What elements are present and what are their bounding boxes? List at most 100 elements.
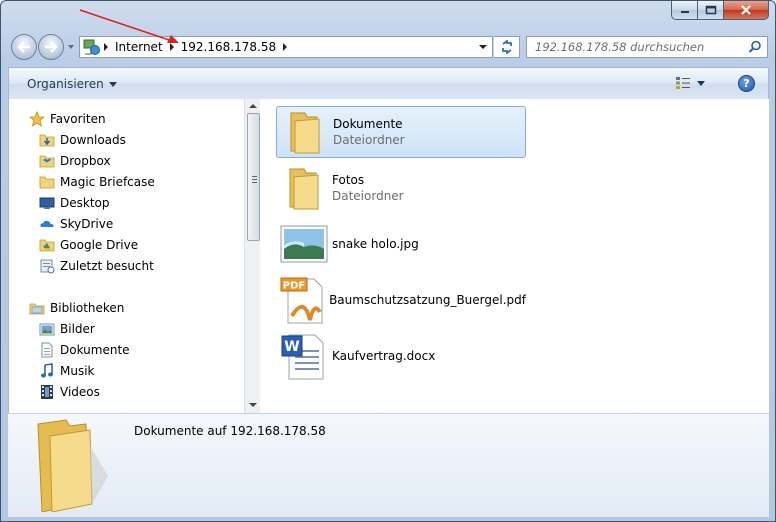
file-name: snake holo.jpg <box>332 237 419 251</box>
pictures-icon <box>39 321 55 337</box>
search-icon[interactable] <box>748 40 762 54</box>
change-view-button[interactable] <box>675 76 705 90</box>
sidebar-item-desktop[interactable]: Desktop <box>39 193 110 213</box>
sidebar-item-music[interactable]: Musik <box>39 361 95 381</box>
file-item-dokumente[interactable]: Dokumente Dateiordner <box>276 106 526 158</box>
scroll-down-icon[interactable] <box>249 401 257 409</box>
sidebar-item-skydrive[interactable]: SkyDrive <box>39 214 113 234</box>
pdf-file-icon: PDF <box>276 276 329 324</box>
sidebar-item-label: Videos <box>60 385 100 399</box>
folder-icon <box>277 108 333 156</box>
details-pane: Dokumente auf 192.168.178.58 <box>8 413 769 517</box>
arrow-right-icon <box>45 41 58 53</box>
folder-icon <box>276 164 332 212</box>
close-icon <box>741 5 751 15</box>
sidebar-item-label: Zuletzt besucht <box>60 259 154 273</box>
close-button[interactable] <box>724 1 769 20</box>
file-name: Dokumente <box>333 117 403 131</box>
refresh-button[interactable] <box>494 36 520 58</box>
sidebar-item-dropbox[interactable]: Dropbox <box>39 151 111 171</box>
sidebar-item-pictures[interactable]: Bilder <box>39 319 95 339</box>
sidebar-item-label: Dokumente <box>60 343 130 357</box>
minimize-button[interactable] <box>671 1 698 20</box>
network-icon <box>83 39 100 55</box>
videos-icon <box>39 384 55 400</box>
libraries-icon <box>29 300 45 316</box>
recent-pages-dropdown-icon[interactable] <box>67 43 75 51</box>
search-input[interactable] <box>527 37 747 57</box>
minimize-icon <box>680 11 689 13</box>
file-type: Dateiordner <box>333 133 405 147</box>
sidebar-item-label: Magic Briefcase <box>60 175 155 189</box>
sidebar-item-documents[interactable]: Dokumente <box>39 340 130 360</box>
sidebar-scrollbar[interactable] <box>244 99 261 413</box>
address-dropdown-button[interactable] <box>476 40 490 54</box>
organize-button[interactable]: Organisieren <box>27 77 117 91</box>
sidebar-item-label: Bilder <box>60 322 95 336</box>
chevron-right-icon[interactable] <box>167 43 177 51</box>
back-button[interactable] <box>11 34 37 60</box>
file-name: Baumschutzsatzung_Buergel.pdf <box>329 293 526 307</box>
google-drive-icon <box>39 237 55 253</box>
file-item-snake-holo[interactable]: snake holo.jpg <box>276 218 526 270</box>
sidebar-item-label: Desktop <box>60 196 110 210</box>
organize-label: Organisieren <box>27 77 104 91</box>
sidebar-item-label: SkyDrive <box>60 217 114 231</box>
file-name: Fotos <box>332 173 365 187</box>
file-item-kaufvertrag[interactable]: W Kaufvertrag.docx <box>276 330 526 382</box>
sidebar-item-libraries[interactable]: Bibliotheken <box>29 298 124 318</box>
file-list: Dokumente Dateiordner Fotos Dateiordner … <box>260 99 769 413</box>
documents-icon <box>39 342 55 358</box>
search-box[interactable] <box>526 36 768 58</box>
desktop-icon <box>39 195 55 211</box>
chevron-right-icon[interactable] <box>280 43 290 51</box>
help-icon[interactable]: ? <box>738 75 755 92</box>
details-title: Dokumente auf 192.168.178.58 <box>134 424 326 438</box>
sidebar-item-label: Downloads <box>60 133 126 147</box>
forward-button[interactable] <box>38 34 64 60</box>
maximize-icon <box>705 5 716 15</box>
scrollbar-thumb[interactable] <box>247 113 260 241</box>
word-file-icon: W <box>276 332 332 380</box>
sidebar-item-google-drive[interactable]: Google Drive <box>39 235 138 255</box>
sidebar-item-favorites[interactable]: Favoriten <box>29 109 106 129</box>
music-icon <box>39 363 55 379</box>
sidebar-item-magic-briefcase[interactable]: Magic Briefcase <box>39 172 155 192</box>
sidebar-item-label: Favoriten <box>50 112 106 126</box>
caption-buttons <box>671 1 769 20</box>
svg-text:PDF: PDF <box>282 281 304 292</box>
star-icon <box>29 111 45 127</box>
sidebar-item-videos[interactable]: Videos <box>39 382 100 402</box>
file-item-baumschutzsatzung[interactable]: PDF Baumschutzsatzung_Buergel.pdf <box>276 274 526 326</box>
navigation-pane: Favoriten Downloads Dropbox Magic Briefc… <box>8 99 261 413</box>
file-name: Kaufvertrag.docx <box>332 349 436 363</box>
sidebar-item-label: Bibliotheken <box>50 301 125 315</box>
address-bar[interactable]: Internet 192.168.178.58 <box>79 36 493 58</box>
folder-icon <box>39 174 55 190</box>
details-view-icon <box>676 77 690 89</box>
sidebar-item-label: Google Drive <box>60 238 139 252</box>
breadcrumb-internet[interactable]: Internet <box>111 40 167 54</box>
file-type: Dateiordner <box>332 189 404 203</box>
explorer-window: Internet 192.168.178.58 Organisieren <box>0 0 776 522</box>
svg-text:W: W <box>284 339 299 355</box>
folder-icon <box>37 419 108 512</box>
sidebar-item-label: Dropbox <box>60 154 111 168</box>
sidebar-item-recent-places[interactable]: Zuletzt besucht <box>39 256 154 276</box>
chevron-down-icon <box>479 45 487 49</box>
command-bar: Organisieren ? <box>8 67 769 99</box>
file-item-fotos[interactable]: Fotos Dateiordner <box>276 162 526 214</box>
maximize-button[interactable] <box>698 1 724 20</box>
dropbox-icon <box>39 153 55 169</box>
grip-icon <box>252 176 257 183</box>
refresh-icon <box>501 40 512 54</box>
chevron-right-icon[interactable] <box>101 43 111 51</box>
downloads-folder-icon <box>39 132 55 148</box>
chevron-down-icon <box>108 81 117 87</box>
breadcrumb-ip-address[interactable]: 192.168.178.58 <box>177 40 280 54</box>
scroll-up-icon[interactable] <box>249 102 257 110</box>
recent-places-icon <box>39 258 55 274</box>
sidebar-item-downloads[interactable]: Downloads <box>39 130 126 150</box>
sidebar-item-label: Musik <box>60 364 95 378</box>
chevron-down-icon <box>697 80 705 86</box>
